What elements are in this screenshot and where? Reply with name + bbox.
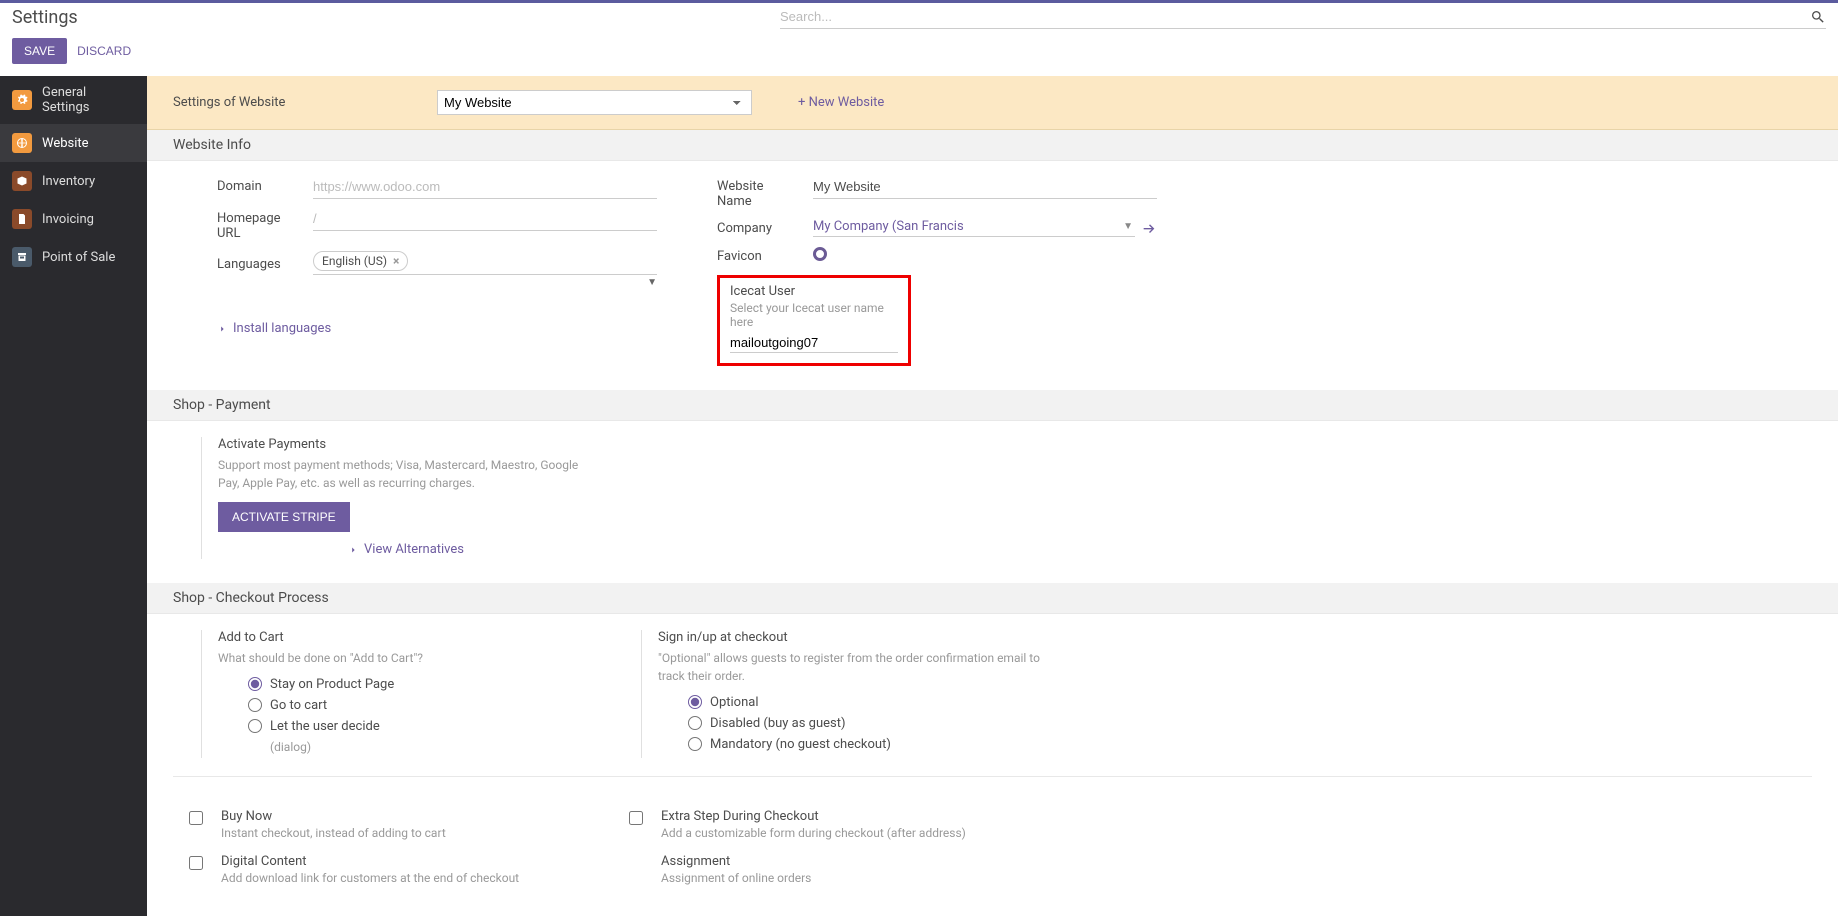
- sidebar-item-pos[interactable]: Point of Sale: [0, 238, 147, 276]
- new-website-link[interactable]: + New Website: [798, 95, 884, 110]
- company-label: Company: [717, 219, 801, 236]
- sidebar-item-inventory[interactable]: Inventory: [0, 162, 147, 200]
- layout: General Settings Website Inventory Invoi…: [0, 76, 1838, 916]
- activate-payments-help: Support most payment methods; Visa, Mast…: [218, 456, 581, 492]
- radio-go-to-cart[interactable]: Go to cart: [248, 698, 621, 713]
- language-tag: English (US) ×: [313, 251, 408, 271]
- document-icon: [12, 209, 32, 229]
- discard-button[interactable]: DISCARD: [77, 44, 131, 58]
- activate-payments-title: Activate Payments: [218, 437, 581, 452]
- website-name-input[interactable]: [813, 177, 1157, 199]
- arrow-right-icon: [348, 545, 358, 555]
- install-languages-link[interactable]: Install languages: [217, 321, 331, 336]
- content: Settings of Website My Website + New Web…: [147, 76, 1838, 916]
- shop-icon: [12, 247, 32, 267]
- language-tag-text: English (US): [322, 254, 387, 268]
- sidebar-item-general[interactable]: General Settings: [0, 76, 147, 124]
- favicon-ring-icon: [813, 247, 827, 261]
- activate-stripe-button[interactable]: ACTIVATE STRIPE: [218, 502, 350, 532]
- view-alternatives-link[interactable]: View Alternatives: [348, 542, 464, 557]
- section-head-checkout: Shop - Checkout Process: [147, 583, 1838, 614]
- icecat-help: Select your Icecat user name here: [730, 301, 898, 329]
- radio-optional[interactable]: Optional: [688, 695, 1061, 710]
- search-wrap: [780, 5, 1826, 29]
- page-title: Settings: [12, 7, 78, 28]
- sidebar-item-label: Website: [42, 136, 89, 151]
- banner-label: Settings of Website: [173, 95, 417, 110]
- icecat-input[interactable]: [730, 333, 898, 353]
- section-body-checkout: Add to Cart What should be done on "Add …: [147, 614, 1838, 909]
- assignment-help: Assignment of online orders: [661, 871, 1033, 885]
- section-head-info: Website Info: [147, 130, 1838, 161]
- digital-content-help: Add download link for customers at the e…: [221, 871, 593, 885]
- actions-row: SAVE DISCARD: [0, 28, 1838, 76]
- homepage-label: Homepage URL: [217, 209, 301, 241]
- sidebar-item-website[interactable]: Website: [0, 124, 147, 162]
- chevron-down-icon: ▼: [1123, 221, 1133, 232]
- buy-now-help: Instant checkout, instead of adding to c…: [221, 826, 593, 840]
- signin-title: Sign in/up at checkout: [658, 630, 1061, 645]
- sidebar-item-label: Invoicing: [42, 212, 94, 227]
- save-button[interactable]: SAVE: [12, 38, 67, 64]
- gear-icon: [12, 90, 32, 110]
- languages-label: Languages: [217, 255, 301, 272]
- website-name-label: Website Name: [717, 177, 801, 209]
- company-select[interactable]: My Company (San Francis ▼: [813, 219, 1135, 237]
- buy-now-checkbox[interactable]: [189, 811, 203, 825]
- radio-let-user-decide[interactable]: Let the user decide: [248, 719, 621, 734]
- favicon-label: Favicon: [717, 247, 801, 264]
- languages-field[interactable]: English (US) × ▼: [313, 251, 657, 275]
- icecat-title: Icecat User: [730, 284, 898, 299]
- payment-block: Activate Payments Support most payment m…: [201, 437, 581, 559]
- arrow-right-icon: [217, 324, 227, 334]
- add-to-cart-title: Add to Cart: [218, 630, 621, 645]
- add-to-cart-help: What should be done on "Add to Cart"?: [218, 649, 621, 667]
- radio-stay-on-page[interactable]: Stay on Product Page: [248, 677, 621, 692]
- sidebar: General Settings Website Inventory Invoi…: [0, 76, 147, 916]
- section-head-payment: Shop - Payment: [147, 390, 1838, 421]
- website-select[interactable]: My Website: [437, 90, 752, 115]
- section-body-info: Domain Homepage URL Languages English (U…: [147, 161, 1838, 390]
- digital-content-checkbox[interactable]: [189, 856, 203, 870]
- remove-tag-icon[interactable]: ×: [393, 254, 399, 268]
- homepage-input[interactable]: [313, 209, 657, 231]
- assignment-title: Assignment: [661, 854, 1033, 869]
- search-input[interactable]: [780, 5, 1810, 28]
- radio-mandatory[interactable]: Mandatory (no guest checkout): [688, 737, 1061, 752]
- icecat-box: Icecat User Select your Icecat user name…: [717, 275, 911, 366]
- box-icon: [12, 171, 32, 191]
- radio-dialog-sub: (dialog): [270, 740, 621, 754]
- extra-step-title: Extra Step During Checkout: [661, 809, 1033, 824]
- sidebar-item-label: Inventory: [42, 174, 95, 189]
- domain-input[interactable]: [313, 177, 657, 199]
- buy-now-title: Buy Now: [221, 809, 593, 824]
- domain-label: Domain: [217, 177, 301, 194]
- chevron-down-icon[interactable]: ▼: [647, 277, 657, 288]
- website-banner: Settings of Website My Website + New Web…: [147, 76, 1838, 130]
- sidebar-item-invoicing[interactable]: Invoicing: [0, 200, 147, 238]
- header: Settings: [0, 3, 1838, 28]
- section-body-payment: Activate Payments Support most payment m…: [147, 421, 1838, 583]
- digital-content-title: Digital Content: [221, 854, 593, 869]
- sidebar-item-label: Point of Sale: [42, 250, 115, 265]
- globe-icon: [12, 133, 32, 153]
- external-link-icon[interactable]: [1141, 220, 1157, 236]
- favicon-preview[interactable]: [813, 247, 827, 265]
- signin-help: "Optional" allows guests to register fro…: [658, 649, 1061, 685]
- extra-step-help: Add a customizable form during checkout …: [661, 826, 1033, 840]
- extra-step-checkbox[interactable]: [629, 811, 643, 825]
- sidebar-item-label: General Settings: [42, 85, 135, 115]
- radio-disabled[interactable]: Disabled (buy as guest): [688, 716, 1061, 731]
- search-icon[interactable]: [1810, 9, 1826, 25]
